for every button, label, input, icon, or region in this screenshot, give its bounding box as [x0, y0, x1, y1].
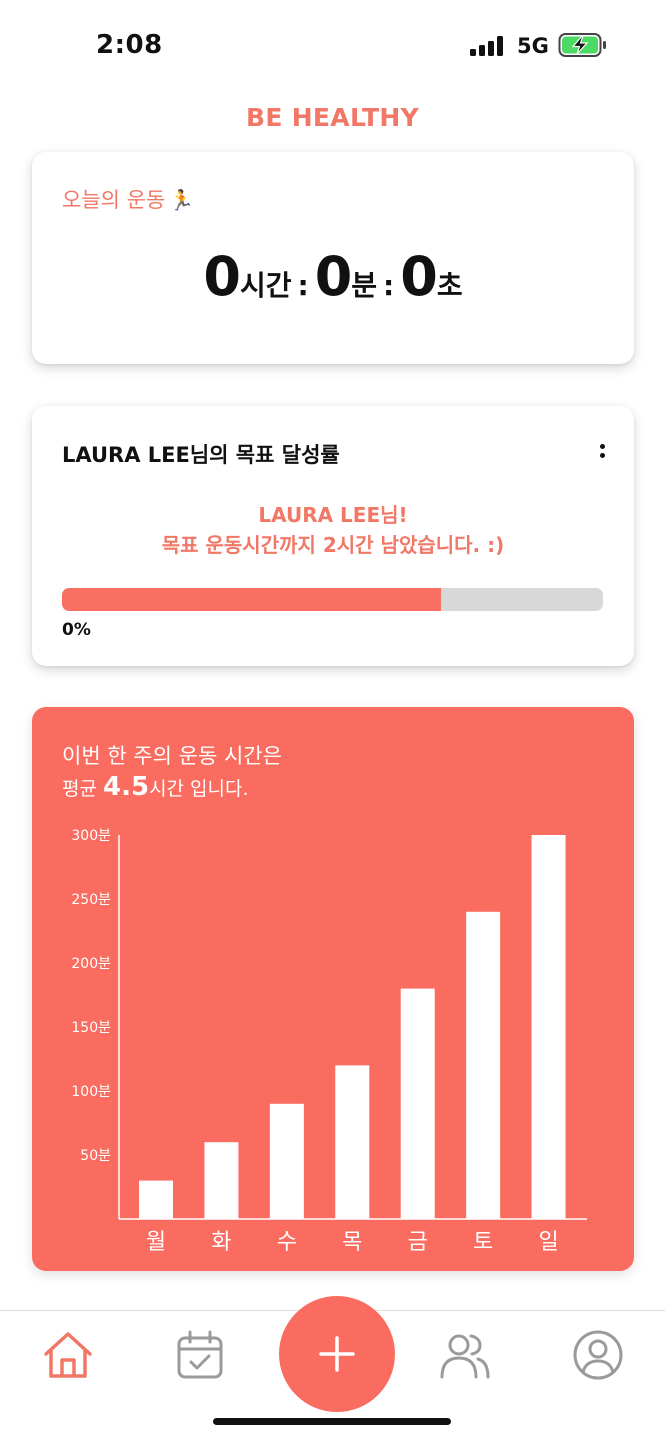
x-tick-label: 월: [146, 1230, 166, 1255]
timer-seconds-unit: 초: [436, 269, 463, 302]
timer-minutes: 0: [314, 245, 353, 308]
timer-separator: :: [383, 269, 395, 302]
goal-message-line2: 목표 운동시간까지 2시간 남았습니다. :): [161, 533, 505, 557]
home-indicator: [213, 1418, 451, 1425]
add-exercise-button[interactable]: [279, 1296, 395, 1412]
today-exercise-card: 오늘의 운동 🏃 0시간:0분:0초: [32, 152, 634, 364]
home-icon[interactable]: [40, 1327, 96, 1383]
x-tick-label: 토: [473, 1230, 493, 1255]
x-tick-label: 일: [538, 1230, 558, 1255]
x-tick-label: 화: [211, 1230, 231, 1255]
chart-bar: [335, 1065, 370, 1219]
y-tick-label: 150분: [71, 1020, 111, 1036]
timer-seconds: 0: [400, 245, 438, 308]
today-title-text: 오늘의 운동: [62, 188, 166, 212]
goal-message: LAURA LEE님! 목표 운동시간까지 2시간 남았습니다. :): [32, 500, 634, 560]
goal-progress-bar: [62, 588, 603, 611]
weekly-bar-chart: 50분 100분 150분 200분 250분 300분월 화 수 목 금 토 일: [71, 828, 587, 1255]
x-tick-label: 금: [408, 1230, 428, 1255]
today-title: 오늘의 운동 🏃: [62, 184, 194, 214]
exercise-timer: 0시간:0분:0초: [32, 245, 634, 308]
goal-message-line1: LAURA LEE님!: [258, 503, 408, 527]
weekly-exercise-card: 이번 한 주의 운동 시간은 평균 4.5시간 입니다. 50분 100분 150분…: [32, 707, 634, 1271]
network-type: 5G: [517, 34, 549, 58]
timer-separator: :: [297, 269, 309, 302]
goal-title: LAURA LEE님의 목표 달성률: [62, 443, 340, 467]
status-time: 2:08: [96, 30, 163, 60]
x-tick-label: 수: [277, 1230, 297, 1255]
more-options-icon[interactable]: [590, 436, 614, 466]
plus-icon: [319, 1336, 355, 1372]
chart-bar: [204, 1142, 239, 1219]
y-tick-label: 300분: [71, 828, 111, 844]
calendar-check-icon[interactable]: [172, 1327, 228, 1383]
y-tick-label: 200분: [71, 956, 111, 972]
timer-hours: 0: [203, 245, 241, 308]
goal-progress-card: LAURA LEE님의 목표 달성률 LAURA LEE님! 목표 운동시간까지…: [32, 406, 634, 666]
y-tick-label: 250분: [71, 892, 111, 908]
users-icon[interactable]: [437, 1327, 493, 1383]
timer-hours-unit: 시간: [239, 269, 292, 302]
goal-progress-label: 0%: [62, 620, 91, 640]
chart-bar: [269, 1103, 304, 1219]
y-tick-label: 100분: [71, 1084, 111, 1100]
signal-icon: [470, 36, 503, 56]
chart-bar: [139, 1180, 173, 1219]
chart-bar: [466, 911, 501, 1219]
timer-minutes-unit: 분: [351, 269, 378, 302]
goal-progress-fill: [62, 588, 441, 611]
y-tick-label: 50분: [80, 1148, 111, 1164]
chart-bar: [400, 988, 435, 1219]
chart-bar: [531, 835, 566, 1219]
battery-charging-icon: [558, 33, 606, 57]
status-bar: 2:08 5G: [0, 0, 665, 90]
x-tick-label: 목: [342, 1230, 362, 1255]
running-person-icon: 🏃: [169, 188, 195, 212]
profile-icon[interactable]: [570, 1327, 626, 1383]
app-title: BE HEALTHY: [245, 103, 420, 132]
